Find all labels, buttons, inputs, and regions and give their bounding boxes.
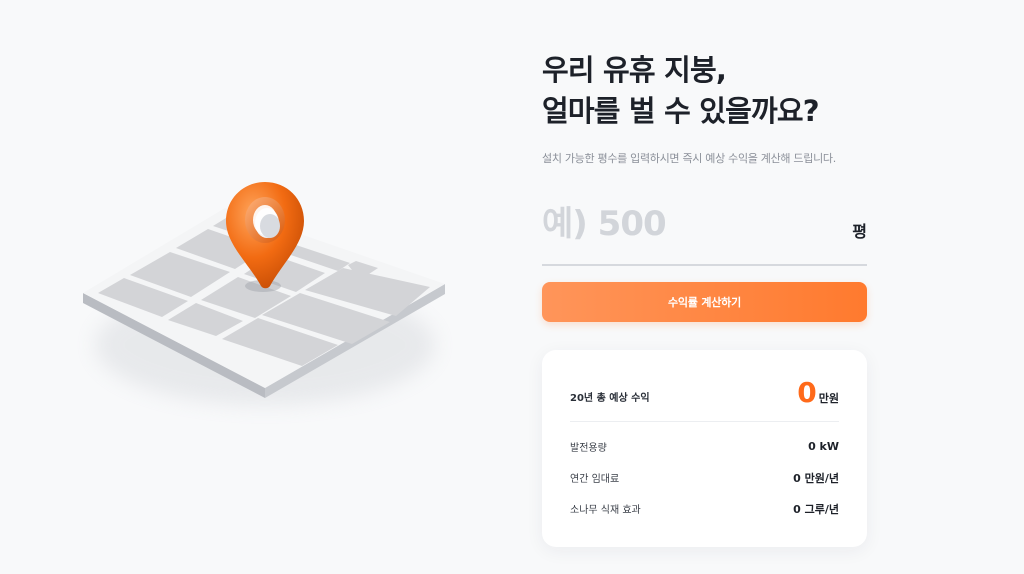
stat-value: 0 만원/년 <box>793 471 839 485</box>
stat-value: 0 그루/년 <box>793 502 839 516</box>
calculator-panel: 우리 유휴 지붕, 얼마를 벌 수 있을까요? 설치 가능한 평수를 입력하시면… <box>542 50 867 547</box>
stat-row-trees: 소나무 식재 효과 0 그루/년 <box>570 493 839 524</box>
divider <box>570 421 839 422</box>
headline-line-1: 우리 유휴 지붕, <box>542 53 727 87</box>
subtitle: 설치 가능한 평수를 입력하시면 즉시 예상 수익을 계산해 드립니다. <box>542 152 836 165</box>
total-revenue-number: 0 <box>797 376 817 409</box>
total-revenue-unit: 만원 <box>818 392 839 405</box>
page-title: 우리 유휴 지붕, 얼마를 벌 수 있을까요? <box>542 50 867 132</box>
stat-label: 소나무 식재 효과 <box>570 505 641 516</box>
total-revenue-label: 20년 총 예상 수익 <box>570 393 650 404</box>
total-revenue-row: 20년 총 예상 수익 0 만원 <box>570 376 839 407</box>
area-input[interactable] <box>542 202 822 246</box>
stats-list: 발전용량 0 kW 연간 임대료 0 만원/년 소나무 식재 효과 0 그루/년 <box>570 431 839 524</box>
stat-value: 0 kW <box>808 440 839 453</box>
stat-label: 발전용량 <box>570 443 607 454</box>
map-illustration <box>60 160 480 430</box>
stat-row-rent: 연간 임대료 0 만원/년 <box>570 462 839 493</box>
stat-label: 연간 임대료 <box>570 474 620 485</box>
calculate-button[interactable]: 수익률 계산하기 <box>542 282 867 322</box>
total-revenue-value: 0 만원 <box>797 379 839 407</box>
area-unit-label: 평 <box>852 222 867 241</box>
map-pin-icon <box>83 182 445 405</box>
headline-line-2: 얼마를 벌 수 있을까요? <box>542 94 820 128</box>
area-input-row: 평 <box>542 202 867 266</box>
result-card: 20년 총 예상 수익 0 만원 발전용량 0 kW 연간 임대료 0 만원/년… <box>542 350 867 547</box>
stat-row-capacity: 발전용량 0 kW <box>570 431 839 462</box>
